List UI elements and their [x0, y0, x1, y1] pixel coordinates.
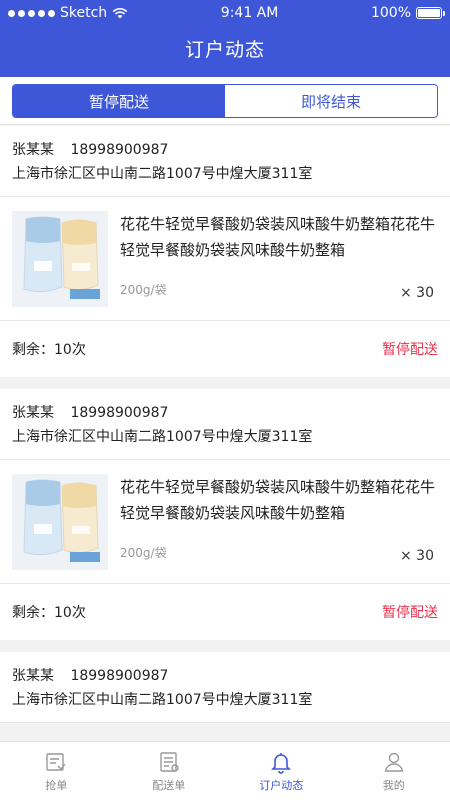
- clock: 9:41 AM: [220, 5, 279, 21]
- customer-info: 张某某 18998900987 上海市徐汇区中山南二路1007号中煌大厦311室: [0, 126, 450, 197]
- tab-label: 订户动态: [259, 778, 304, 792]
- tab-paused-delivery[interactable]: 暂停配送: [13, 85, 225, 117]
- customer-phone: 18998900987: [70, 668, 169, 684]
- grab-order-icon: [46, 752, 66, 771]
- wifi-icon: [112, 7, 128, 19]
- tab-label: 抢单: [45, 778, 68, 792]
- product-quantity: × 30: [400, 548, 434, 564]
- order-card[interactable]: 张某某 18998900987 上海市徐汇区中山南二路1007号中煌大厦311室: [0, 652, 450, 723]
- bell-icon: [271, 752, 292, 774]
- product-name: 花花牛轻觉早餐酸奶袋装风味酸牛奶整箱花花牛轻觉早餐酸奶袋装风味酸牛奶整箱: [120, 215, 436, 259]
- remaining-count: 剩余：10次: [12, 605, 86, 621]
- pause-delivery-button[interactable]: 暂停配送: [382, 339, 438, 359]
- product-row[interactable]: 花花牛轻觉早餐酸奶袋装风味酸牛奶整箱花花牛轻觉早餐酸奶袋装风味酸牛奶整箱 200…: [0, 460, 450, 584]
- customer-address: 上海市徐汇区中山南二路1007号中煌大厦311室: [12, 692, 313, 708]
- tab-label: 配送单: [152, 778, 186, 792]
- tab-grab-order[interactable]: 抢单: [0, 742, 113, 800]
- segment-bar: 暂停配送 即将结束: [0, 77, 450, 125]
- pause-delivery-button[interactable]: 暂停配送: [382, 602, 438, 622]
- person-icon: [384, 752, 404, 772]
- order-list: 张某某 18998900987 上海市徐汇区中山南二路1007号中煌大厦311室: [0, 126, 450, 723]
- tab-label: 我的: [382, 778, 405, 792]
- customer-info: 张某某 18998900987 上海市徐汇区中山南二路1007号中煌大厦311室: [0, 652, 450, 723]
- customer-phone: 18998900987: [70, 142, 169, 158]
- card-footer: 剩余：10次 暂停配送: [0, 584, 450, 640]
- signal-icon: [8, 9, 55, 17]
- customer-info: 张某某 18998900987 上海市徐汇区中山南二路1007号中煌大厦311室: [0, 389, 450, 460]
- order-card[interactable]: 张某某 18998900987 上海市徐汇区中山南二路1007号中煌大厦311室: [0, 389, 450, 640]
- product-quantity: × 30: [400, 285, 434, 301]
- carrier-label: Sketch: [60, 5, 108, 21]
- product-image: [12, 474, 108, 570]
- page-title: 订户动态: [184, 39, 265, 61]
- customer-name: 张某某: [12, 668, 54, 684]
- customer-phone: 18998900987: [70, 405, 169, 421]
- tab-mine[interactable]: 我的: [338, 742, 450, 800]
- app-header: Sketch 9:41 AM 100% 订户动态: [0, 0, 450, 77]
- product-name: 花花牛轻觉早餐酸奶袋装风味酸牛奶整箱花花牛轻觉早餐酸奶袋装风味酸牛奶整箱: [120, 478, 436, 522]
- product-spec: 200g/袋: [120, 283, 167, 297]
- product-row[interactable]: 花花牛轻觉早餐酸奶袋装风味酸牛奶整箱花花牛轻觉早餐酸奶袋装风味酸牛奶整箱 200…: [0, 197, 450, 321]
- customer-name: 张某某: [12, 142, 54, 158]
- delivery-list-icon: [160, 751, 179, 772]
- customer-address: 上海市徐汇区中山南二路1007号中煌大厦311室: [12, 166, 313, 182]
- card-footer: 剩余：10次 暂停配送: [0, 321, 450, 377]
- tab-delivery-list[interactable]: 配送单: [113, 742, 226, 800]
- order-card[interactable]: 张某某 18998900987 上海市徐汇区中山南二路1007号中煌大厦311室: [0, 126, 450, 377]
- remaining-count: 剩余：10次: [12, 342, 86, 358]
- tab-ending-soon[interactable]: 即将结束: [225, 85, 437, 117]
- status-bar: Sketch 9:41 AM 100%: [0, 0, 450, 26]
- tab-subscriber-updates[interactable]: 订户动态: [225, 742, 338, 800]
- battery-icon: [416, 7, 445, 19]
- segmented-control: 暂停配送 即将结束: [12, 84, 438, 118]
- customer-address: 上海市徐汇区中山南二路1007号中煌大厦311室: [12, 429, 313, 445]
- bottom-tab-bar: 抢单 配送单 订户动态 我的: [0, 741, 450, 800]
- product-image: [12, 211, 108, 307]
- customer-name: 张某某: [12, 405, 54, 421]
- product-spec: 200g/袋: [120, 546, 167, 560]
- battery-percent: 100%: [370, 5, 411, 21]
